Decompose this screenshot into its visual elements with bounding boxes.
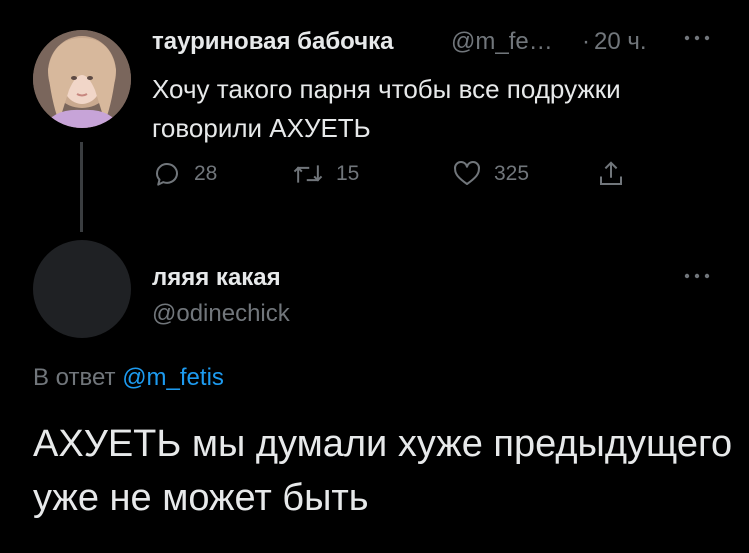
reply-author-handle[interactable]: @odinechick <box>152 300 290 328</box>
retweet-button[interactable]: 15 <box>292 156 359 192</box>
thread-connector-line <box>80 142 83 232</box>
reply-count: 28 <box>194 162 218 185</box>
retweet-icon <box>293 165 323 183</box>
reply-button[interactable]: 28 <box>152 156 217 192</box>
heart-icon <box>454 161 480 185</box>
retweet-count: 15 <box>336 162 360 185</box>
reply-mention-link[interactable]: @m_fetis <box>122 364 224 391</box>
reply-author-avatar[interactable] <box>33 240 131 338</box>
meta-separator: · <box>582 28 590 55</box>
share-button[interactable] <box>596 156 626 192</box>
reply-context-prefix: В ответ <box>33 364 116 391</box>
speech-bubble-icon <box>156 163 178 186</box>
tweet-text: Хочу такого парня чтобы все подружки гов… <box>152 74 621 143</box>
share-icon <box>600 161 622 185</box>
like-count: 325 <box>494 162 530 185</box>
reply-context: В ответ @m_fetis <box>33 364 224 392</box>
tweet-timestamp[interactable]: 20 ч. <box>594 28 647 56</box>
author-name[interactable]: тауриновая бабочка <box>152 28 394 56</box>
author-handle[interactable]: @m_fe… <box>451 28 553 56</box>
more-dots-icon[interactable] <box>682 268 712 284</box>
reply-author-name[interactable]: ляяя какая <box>152 264 281 292</box>
more-dots-icon[interactable] <box>682 30 712 46</box>
like-button[interactable]: 325 <box>452 156 529 192</box>
avatar-portrait-image <box>33 30 131 128</box>
author-avatar[interactable] <box>33 30 131 128</box>
reply-text: АХУЕТЬ мы думали хуже предыдущего уже не… <box>33 423 733 519</box>
